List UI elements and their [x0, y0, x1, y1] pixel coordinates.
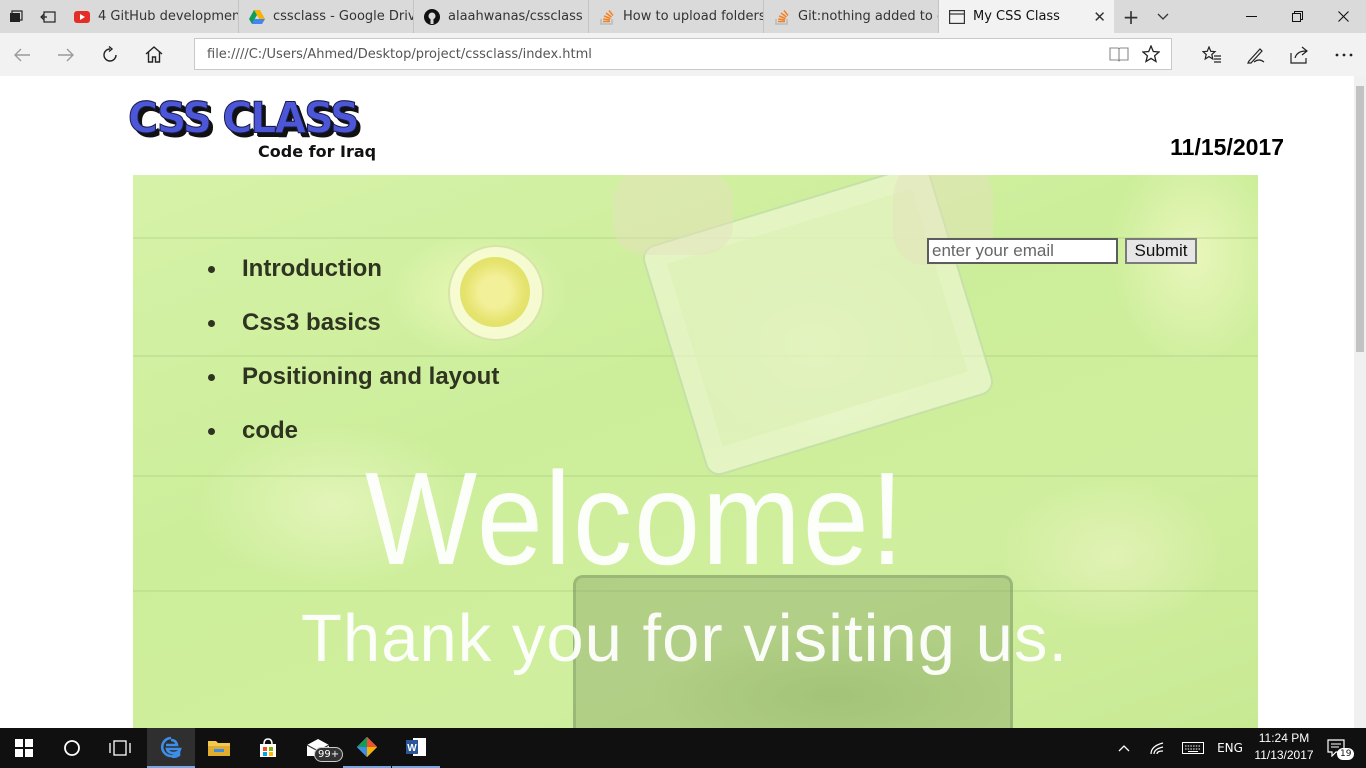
system-clock[interactable]: 11:24 PM 11/13/2017 [1248, 730, 1320, 766]
tab-google-drive[interactable]: cssclass - Google Drive [239, 0, 414, 33]
page-icon [949, 9, 965, 25]
web-note-pen-icon[interactable] [1234, 33, 1278, 76]
tab-label: cssclass - Google Drive [273, 9, 413, 24]
menu-item-label: Introduction [242, 255, 382, 282]
site-logo[interactable]: CSS CLASS Code for Iraq [128, 92, 388, 164]
git-app-icon[interactable] [343, 728, 391, 768]
mail-icon[interactable]: 99+ [294, 728, 344, 768]
main-menu: Introduction Css3 basics Positioning and… [208, 255, 499, 471]
bullet [208, 428, 215, 435]
page-date: 11/15/2017 [1170, 134, 1284, 160]
browser-toolbar: file:////C:/Users/Ahmed/Desktop/project/… [0, 33, 1366, 76]
forward-arrow-icon[interactable] [44, 33, 88, 76]
language-indicator[interactable]: ENG [1212, 728, 1248, 768]
tab-label: Git:nothing added to cc [798, 9, 938, 24]
keyboard-icon[interactable] [1178, 728, 1208, 768]
stackoverflow-icon [774, 9, 790, 25]
bullet [208, 320, 215, 327]
tab-github[interactable]: alaahwanas/cssclass [414, 0, 589, 33]
menu-item-label: code [242, 417, 299, 444]
cortana-search-icon[interactable] [48, 728, 96, 768]
tab-stackoverflow-upload[interactable]: How to upload folders [589, 0, 764, 33]
stackoverflow-icon [599, 9, 615, 25]
thank-you-text: Thank you for visiting us. [301, 601, 1069, 676]
page-scrollbar[interactable] [1354, 76, 1366, 728]
wifi-icon[interactable] [1144, 728, 1172, 768]
show-hidden-icons-chevron-icon[interactable] [1112, 728, 1136, 768]
store-icon[interactable] [244, 728, 292, 768]
share-icon[interactable] [1278, 33, 1322, 76]
mail-badge: 99+ [314, 747, 344, 762]
welcome-heading: Welcome! [365, 445, 906, 592]
favorite-star-icon[interactable] [1136, 38, 1166, 70]
task-view-icon[interactable] [96, 728, 144, 768]
svg-text:W: W [407, 743, 417, 754]
clock-date: 11/13/2017 [1254, 748, 1314, 762]
refresh-icon[interactable] [88, 33, 132, 76]
close-tab-icon[interactable]: ✕ [1093, 8, 1106, 26]
logo-title: CSS CLASS [128, 92, 361, 144]
scrollbar-thumb[interactable] [1356, 86, 1364, 352]
back-arrow-icon[interactable] [0, 33, 44, 76]
menu-item-positioning[interactable]: Positioning and layout [208, 363, 499, 417]
home-icon[interactable] [132, 33, 176, 76]
menu-item-introduction[interactable]: Introduction [208, 255, 499, 309]
tab-youtube[interactable]: 4 GitHub development [64, 0, 239, 33]
word-icon[interactable]: W [392, 728, 440, 768]
address-bar[interactable]: file:////C:/Users/Ahmed/Desktop/project/… [194, 38, 1172, 70]
browser-tab-bar: 4 GitHub development cssclass - Google D… [0, 0, 1366, 33]
tab-my-css-class[interactable]: My CSS Class ✕ [939, 0, 1114, 33]
tab-label: 4 GitHub development [98, 9, 238, 24]
bullet [208, 266, 215, 273]
hand-illustration [613, 175, 733, 255]
set-aside-tabs-icon[interactable] [32, 0, 64, 33]
submit-button[interactable]: Submit [1125, 238, 1197, 264]
email-field[interactable]: enter your email [927, 238, 1118, 264]
newsletter-form: enter your email Submit [927, 238, 1197, 264]
minimize-icon[interactable] [1228, 0, 1274, 33]
bullet [208, 374, 215, 381]
edge-browser-icon[interactable] [147, 728, 195, 768]
menu-item-label: Positioning and layout [242, 363, 500, 390]
more-options-icon[interactable] [1322, 33, 1366, 76]
tab-stackoverflow-git[interactable]: Git:nothing added to cc [764, 0, 939, 33]
favorites-hub-icon[interactable] [1190, 33, 1234, 76]
tab-manager-icon[interactable] [0, 0, 32, 33]
google-drive-icon [249, 9, 265, 25]
menu-item-label: Css3 basics [242, 309, 381, 336]
youtube-icon [74, 9, 90, 25]
hero-banner: Introduction Css3 basics Positioning and… [133, 175, 1258, 728]
new-tab-button[interactable]: + [1118, 0, 1144, 33]
restore-icon[interactable] [1274, 0, 1320, 33]
action-center-icon[interactable]: 19 [1320, 728, 1355, 768]
web-page: CSS CLASS Code for Iraq 11/15/2017 Intro… [0, 76, 1354, 728]
start-windows-icon[interactable] [0, 728, 48, 768]
github-icon [424, 8, 440, 25]
tab-list-chevron-icon[interactable] [1150, 0, 1176, 33]
logo-subtitle: Code for Iraq [258, 142, 377, 161]
window-close-icon[interactable] [1320, 0, 1366, 33]
clock-time: 11:24 PM [1258, 731, 1310, 745]
menu-item-css3-basics[interactable]: Css3 basics [208, 309, 499, 363]
reading-view-icon[interactable] [1104, 38, 1134, 70]
notification-badge: 19 [1337, 748, 1355, 760]
tab-label: How to upload folders [623, 9, 763, 24]
tab-label: alaahwanas/cssclass [448, 9, 583, 24]
tab-label: My CSS Class [973, 9, 1060, 24]
file-explorer-icon[interactable] [195, 728, 243, 768]
windows-taskbar: 99+ W ENG 11:24 PM 11/13/2017 19 [0, 728, 1366, 768]
